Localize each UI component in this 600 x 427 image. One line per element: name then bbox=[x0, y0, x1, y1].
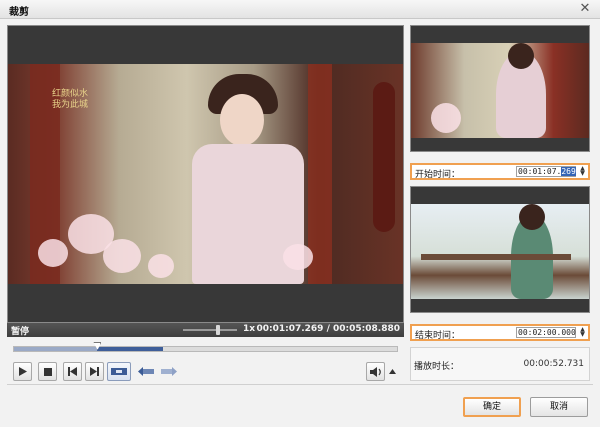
playback-status: 暂停 bbox=[11, 327, 30, 337]
previous-button[interactable] bbox=[63, 362, 82, 381]
ok-button[interactable]: 确定 bbox=[463, 397, 521, 417]
end-time-spinner[interactable]: ▲ ▼ bbox=[578, 327, 587, 338]
clip-segment-button[interactable] bbox=[107, 362, 131, 381]
video-frame: 红颜似水 我为此城 bbox=[8, 64, 403, 284]
time-separator: / bbox=[326, 324, 330, 334]
play-icon bbox=[19, 367, 27, 376]
set-end-button[interactable] bbox=[157, 362, 181, 381]
next-button[interactable] bbox=[85, 362, 104, 381]
duration-label: 播放时长： bbox=[414, 362, 460, 372]
total-time: 00:05:08.880 bbox=[333, 324, 400, 334]
window-title: 裁剪 bbox=[9, 7, 29, 18]
end-time-input[interactable]: 00:02:00.000 bbox=[516, 327, 576, 338]
start-frame-image bbox=[411, 43, 589, 138]
skip-previous-icon bbox=[68, 367, 77, 376]
current-time: 00:01:07.269 bbox=[256, 324, 324, 334]
start-time-row: 开始时间： 00:01:07.269 ▲ ▼ bbox=[410, 163, 590, 180]
end-time-row: 结束时间： 00:02:00.000 ▲ ▼ bbox=[410, 324, 590, 341]
stop-icon bbox=[43, 367, 52, 376]
seek-bar[interactable] bbox=[13, 342, 398, 352]
title-bar: 裁剪 ✕ bbox=[0, 0, 600, 19]
stop-button[interactable] bbox=[38, 362, 57, 381]
close-icon[interactable]: ✕ bbox=[578, 2, 592, 16]
play-button[interactable] bbox=[13, 362, 32, 381]
duration-panel: 播放时长： 00:00:52.731 bbox=[410, 347, 590, 381]
volume-menu-button[interactable] bbox=[387, 362, 398, 381]
set-start-icon bbox=[138, 367, 154, 376]
cancel-button[interactable]: 取消 bbox=[530, 397, 588, 417]
start-time-input[interactable]: 00:01:07.269 bbox=[516, 166, 576, 177]
end-frame-preview bbox=[410, 186, 590, 313]
start-time-spinner[interactable]: ▲ ▼ bbox=[578, 166, 587, 177]
start-time-label: 开始时间： bbox=[415, 170, 461, 180]
set-end-icon bbox=[161, 367, 177, 376]
end-frame-image bbox=[411, 204, 589, 299]
set-start-button[interactable] bbox=[134, 362, 158, 381]
speed-value: 1x bbox=[243, 324, 256, 334]
clip-segment-icon bbox=[111, 368, 127, 375]
seek-bar-played bbox=[14, 347, 98, 351]
chevron-up-icon bbox=[389, 369, 396, 374]
calligraphy-caption: 红颜似水 我为此城 bbox=[52, 89, 89, 110]
start-frame-preview bbox=[410, 25, 590, 152]
playback-controls bbox=[13, 362, 398, 382]
seek-bar-selection bbox=[97, 347, 163, 351]
player-status-bar: 暂停 1x 00:01:07.269 / 00:05:08.880 bbox=[7, 323, 404, 337]
footer-divider bbox=[7, 384, 593, 385]
main-video-preview[interactable]: 红颜似水 我为此城 bbox=[7, 25, 404, 323]
speed-slider-track[interactable] bbox=[183, 329, 237, 331]
volume-button[interactable] bbox=[366, 362, 385, 381]
time-readout: 00:01:07.269 / 00:05:08.880 bbox=[256, 324, 400, 334]
duration-value: 00:00:52.731 bbox=[523, 359, 584, 369]
volume-icon bbox=[369, 366, 381, 377]
speed-slider-thumb[interactable] bbox=[216, 325, 220, 335]
end-time-label: 结束时间： bbox=[415, 331, 461, 341]
skip-next-icon bbox=[90, 367, 99, 376]
